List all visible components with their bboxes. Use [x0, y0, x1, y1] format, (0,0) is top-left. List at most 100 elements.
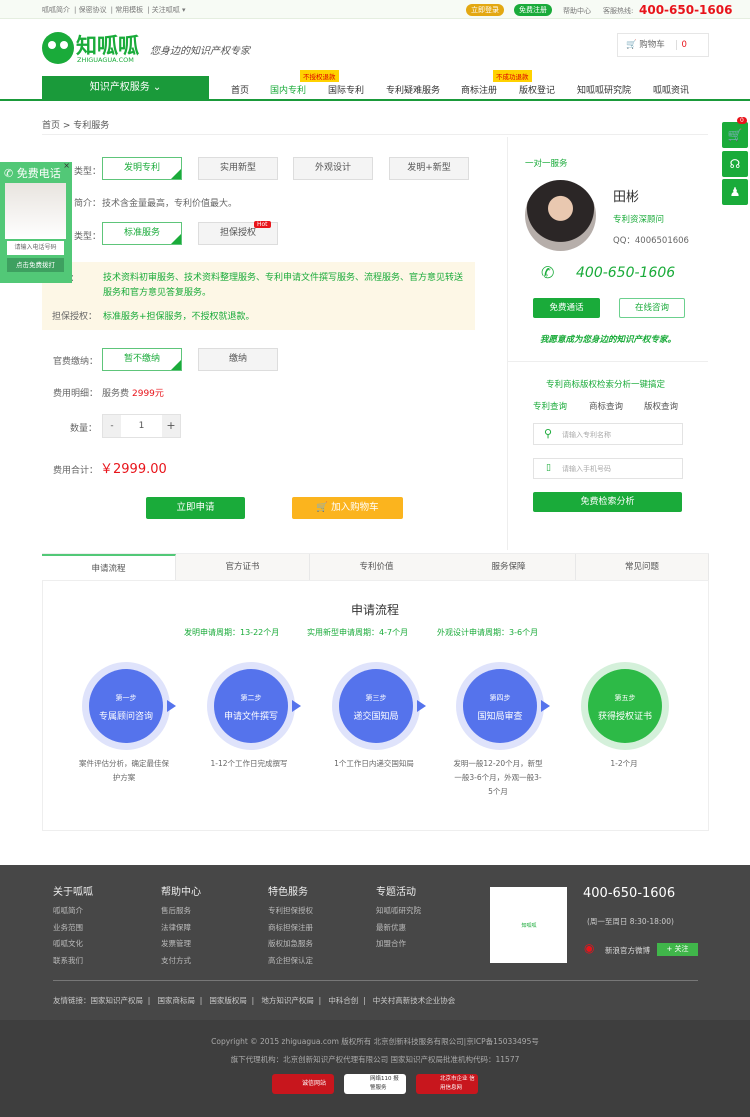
- free-call-button[interactable]: 点击免费拨打: [7, 258, 64, 272]
- period-utility: 实用新型申请周期：4-7个月: [307, 628, 409, 637]
- friend-link[interactable]: 中科合创: [328, 996, 358, 1005]
- follow-button[interactable]: + 关注: [657, 943, 698, 956]
- nav-difficult-patent[interactable]: 专利疑难服务: [386, 83, 440, 96]
- one-on-one-title: 一对一服务: [525, 159, 568, 169]
- tab-value[interactable]: 专利价值: [310, 554, 444, 580]
- qty-input[interactable]: 1: [121, 415, 162, 437]
- nav-trademark[interactable]: 商标注册: [461, 83, 497, 96]
- free-search-button[interactable]: 免费检索分析: [533, 492, 682, 512]
- footer-link[interactable]: 发票管理: [161, 936, 201, 953]
- detail-prefix: 服务费: [102, 389, 130, 399]
- weibo-label[interactable]: 新浪官方微博: [605, 945, 650, 956]
- qty-plus-button[interactable]: +: [162, 415, 180, 437]
- friend-link[interactable]: 中关村高新技术企业协会: [373, 996, 456, 1005]
- type-design[interactable]: 外观设计: [293, 157, 373, 180]
- footer-link[interactable]: 支付方式: [161, 953, 201, 970]
- online-consult-button[interactable]: 在线咨询: [619, 298, 685, 318]
- cart-button[interactable]: 🛒 购物车 0: [617, 33, 709, 57]
- free-call-button[interactable]: 免费通话: [533, 298, 600, 318]
- fee-not-pay[interactable]: 暂不缴纳: [102, 348, 182, 371]
- friend-link[interactable]: 国家版权局: [209, 996, 247, 1005]
- free-call-popup: ✆ 免费电话 × 请输入电话号码 点击免费拨打: [0, 161, 72, 283]
- tab-faq[interactable]: 常见问题: [576, 554, 709, 580]
- search-tab-copyright[interactable]: 版权查询: [644, 400, 678, 412]
- footer-link[interactable]: 业务范围: [53, 920, 93, 937]
- customer-service-icon[interactable]: ☊: [722, 151, 748, 177]
- nav-copyright[interactable]: 版权登记: [519, 83, 555, 96]
- close-icon[interactable]: ×: [63, 161, 70, 170]
- search-tab-trademark[interactable]: 商标查询: [589, 400, 623, 412]
- top-bar: 呱呱简介 | 保密协议 | 常用模板 | 关注呱呱 ▾ 立即登录 免费注册 帮助中心 …: [0, 0, 750, 19]
- register-button[interactable]: 免费注册: [514, 4, 552, 16]
- advisor-motto: 我愿意成为您身边的知识产权专家。: [540, 335, 677, 345]
- footer-link[interactable]: 专利担保授权: [268, 903, 313, 920]
- police-110-badge[interactable]: 网络110 报警服务: [344, 1074, 406, 1094]
- top-link-about[interactable]: 呱呱简介: [42, 6, 70, 14]
- fee-pay[interactable]: 缴纳: [198, 348, 278, 371]
- logo-icon[interactable]: [42, 32, 74, 64]
- search-tab-patent[interactable]: 专利查询: [533, 400, 567, 412]
- type-utility[interactable]: 实用新型: [198, 157, 278, 180]
- divider: [508, 361, 708, 362]
- nav-underline: [0, 99, 750, 101]
- slogan: 您身边的知识产权专家: [150, 46, 250, 57]
- nav-institute[interactable]: 知呱呱研究院: [577, 83, 631, 96]
- nav-news[interactable]: 呱呱资讯: [653, 83, 689, 96]
- category-menu[interactable]: 知识产权服务 ⌄: [42, 76, 209, 100]
- qty-minus-button[interactable]: -: [103, 415, 121, 437]
- category-label: 知识产权服务: [89, 82, 150, 93]
- friend-link[interactable]: 国家商标局: [157, 996, 195, 1005]
- advisor-name: 田彬: [613, 190, 640, 205]
- footer-col-events: 专题活动 知呱呱研究院 最新优惠 加盟合作: [376, 886, 421, 953]
- footer-hours: (周一至周日 8:30-18:00): [587, 917, 674, 926]
- footer-link[interactable]: 商标担保注册: [268, 920, 313, 937]
- intro-label: 简介：: [74, 199, 102, 209]
- footer-link[interactable]: 知呱呱研究院: [376, 903, 421, 920]
- tab-certificate[interactable]: 官方证书: [176, 554, 310, 580]
- friend-link[interactable]: 地方知识产权局: [261, 996, 314, 1005]
- qq-icon[interactable]: ♟: [722, 179, 748, 205]
- top-link-privacy[interactable]: 保密协议: [79, 6, 107, 14]
- patent-name-input[interactable]: ⚲ 请输入专利名称: [533, 423, 683, 445]
- nav-home[interactable]: 首页: [231, 83, 249, 96]
- top-link-follow[interactable]: 关注呱呱 ▾: [152, 6, 186, 14]
- type-invention[interactable]: 发明专利: [102, 157, 182, 180]
- footer-link[interactable]: 联系我们: [53, 953, 93, 970]
- tab-process[interactable]: 申请流程: [42, 554, 176, 580]
- patent-name-placeholder: 请输入专利名称: [562, 431, 611, 439]
- divider: [53, 980, 698, 981]
- divider: [507, 137, 508, 550]
- top-links: 呱呱简介 | 保密协议 | 常用模板 | 关注呱呱 ▾: [42, 6, 186, 14]
- add-to-cart-button[interactable]: 🛒 加入购物车: [292, 497, 403, 519]
- phone-number-input[interactable]: ▯ 请输入手机号码: [533, 458, 683, 479]
- footer-link[interactable]: 最新优惠: [376, 920, 421, 937]
- help-link[interactable]: 帮助中心: [563, 6, 591, 16]
- login-button[interactable]: 立即登录: [466, 4, 504, 16]
- hot-badge: Hot: [254, 221, 271, 228]
- footer-col-services: 特色服务 专利担保授权 商标担保注册 版权加急服务 高企担保认定: [268, 886, 313, 969]
- footer-link[interactable]: 售后服务: [161, 903, 201, 920]
- phone-input[interactable]: 请输入电话号码: [7, 241, 64, 255]
- top-link-templates[interactable]: 常用模板: [115, 6, 143, 14]
- footer-link[interactable]: 高企担保认定: [268, 953, 313, 970]
- weibo-icon[interactable]: ◉: [584, 941, 594, 955]
- type-invention-utility[interactable]: 发明+新型: [389, 157, 469, 180]
- apply-button[interactable]: 立即申请: [146, 497, 245, 519]
- footer-link[interactable]: 呱呱文化: [53, 936, 93, 953]
- footer-link[interactable]: 加盟合作: [376, 936, 421, 953]
- friend-link[interactable]: 国家知识产权局: [91, 996, 144, 1005]
- side-cart-icon[interactable]: 🛒: [722, 122, 748, 148]
- nav-intl-patent[interactable]: 国际专利: [328, 83, 364, 96]
- footer-link[interactable]: 呱呱简介: [53, 903, 93, 920]
- period-design: 外观设计申请周期：3-6个月: [437, 628, 539, 637]
- credit-info-badge[interactable]: 北京市企业 信用信息网: [416, 1074, 478, 1094]
- footer-link[interactable]: 版权加急服务: [268, 936, 313, 953]
- detail-label: 费用明细：: [53, 389, 99, 399]
- advisor-title: 专利资深顾问: [613, 215, 665, 225]
- nav-domestic-patent[interactable]: 国内专利: [270, 83, 306, 96]
- cart-count: 0: [675, 40, 687, 50]
- tab-guarantee[interactable]: 服务保障: [442, 554, 576, 580]
- trusted-site-badge[interactable]: 诚信网站: [272, 1074, 334, 1094]
- service-standard[interactable]: 标准服务: [102, 222, 182, 245]
- footer-link[interactable]: 法律保障: [161, 920, 201, 937]
